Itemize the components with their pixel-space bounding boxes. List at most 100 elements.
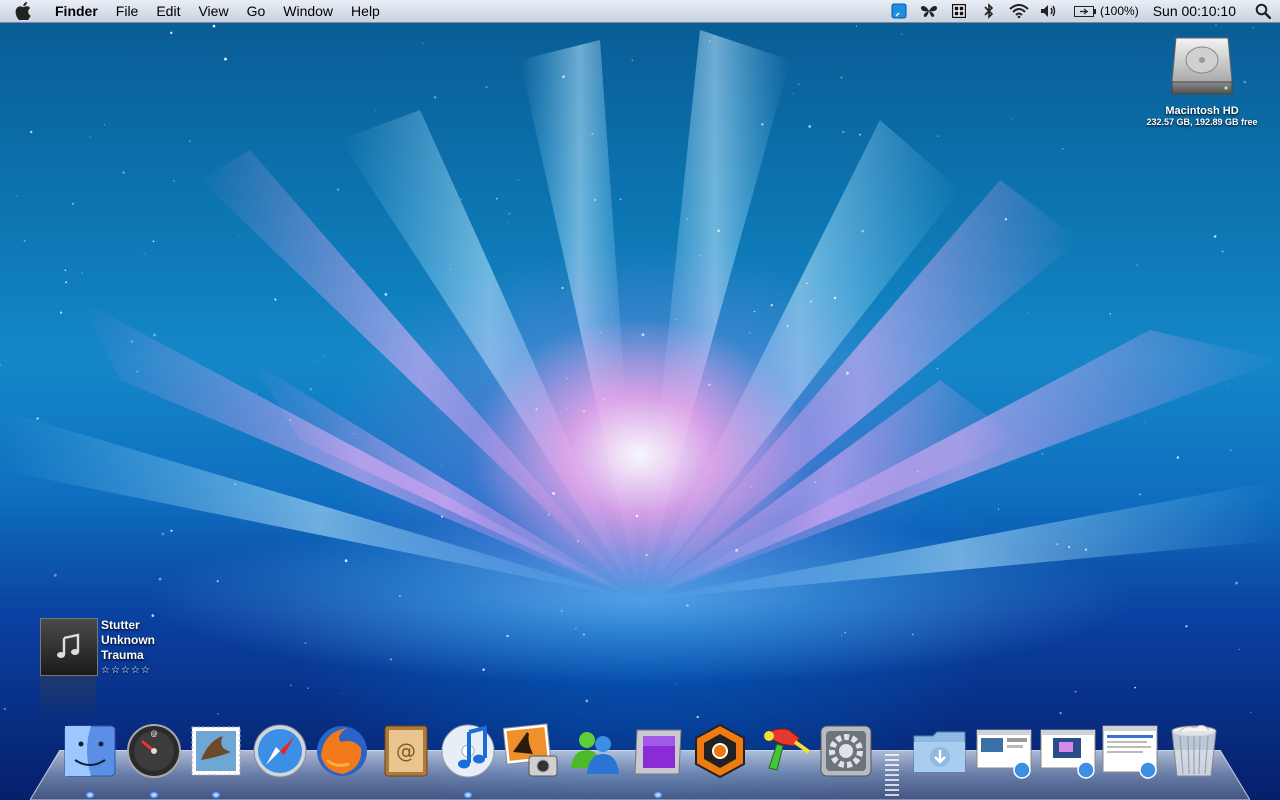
safari-webpage-1-icon[interactable] bbox=[975, 722, 1033, 780]
itunes-icon[interactable] bbox=[439, 722, 497, 780]
star bbox=[309, 388, 312, 391]
star bbox=[419, 380, 421, 382]
star bbox=[255, 392, 257, 395]
star bbox=[1238, 648, 1240, 651]
mail-icon[interactable] bbox=[187, 722, 245, 780]
dashboard-icon[interactable]: @ bbox=[125, 722, 183, 780]
star bbox=[130, 340, 134, 343]
itunes-running-indicator bbox=[464, 792, 472, 798]
star bbox=[153, 333, 157, 337]
wifi-icon[interactable] bbox=[1004, 0, 1034, 22]
star bbox=[81, 272, 83, 274]
star bbox=[1230, 449, 1232, 452]
star bbox=[1134, 686, 1137, 689]
firefox-icon[interactable] bbox=[313, 722, 371, 780]
track-artist: Unknown bbox=[101, 633, 155, 647]
battery-status[interactable]: (100%) bbox=[1064, 4, 1147, 18]
star bbox=[152, 240, 155, 243]
purple-app-icon[interactable] bbox=[629, 722, 687, 780]
messenger-icon[interactable] bbox=[565, 722, 623, 780]
finder-icon[interactable] bbox=[61, 722, 119, 780]
star bbox=[717, 229, 720, 233]
star bbox=[307, 687, 309, 689]
track-rating[interactable]: ☆☆☆☆☆ bbox=[101, 663, 155, 678]
star bbox=[547, 513, 551, 516]
star bbox=[215, 49, 217, 51]
iphoto-icon[interactable] bbox=[502, 722, 561, 780]
mail-running-indicator bbox=[212, 792, 220, 798]
star bbox=[151, 614, 155, 617]
downloads-folder-icon[interactable] bbox=[911, 722, 969, 780]
menu-extra-icon[interactable] bbox=[944, 0, 974, 22]
star bbox=[290, 684, 292, 687]
notes-icon[interactable] bbox=[884, 0, 914, 22]
menubar-clock[interactable]: Sun 00:10:10 bbox=[1147, 3, 1246, 19]
star bbox=[89, 136, 91, 138]
star bbox=[1067, 545, 1071, 549]
star bbox=[1084, 548, 1087, 551]
menu-edit[interactable]: Edit bbox=[147, 0, 189, 22]
star bbox=[1061, 148, 1064, 150]
star bbox=[336, 188, 340, 191]
menu-file[interactable]: File bbox=[107, 0, 148, 22]
star bbox=[627, 416, 629, 418]
trash-icon[interactable] bbox=[1165, 722, 1223, 780]
star bbox=[761, 123, 764, 126]
star bbox=[216, 580, 219, 583]
star bbox=[161, 532, 165, 536]
menu-finder[interactable]: Finder bbox=[46, 0, 107, 22]
star bbox=[1059, 711, 1062, 715]
menu-help[interactable]: Help bbox=[342, 0, 389, 22]
star bbox=[449, 268, 451, 270]
star bbox=[122, 171, 125, 174]
menu-view[interactable]: View bbox=[189, 0, 237, 22]
dashboard-running-indicator bbox=[150, 792, 158, 798]
star bbox=[806, 282, 808, 285]
apple-menu-icon[interactable] bbox=[0, 2, 46, 20]
star bbox=[591, 132, 594, 135]
volume-icon[interactable] bbox=[1034, 0, 1064, 22]
desktop-item-macintosh-hd[interactable]: Macintosh HD 232.57 GB, 192.89 GB free bbox=[1138, 32, 1266, 127]
star bbox=[1250, 711, 1252, 714]
butterfly-icon[interactable] bbox=[914, 0, 944, 22]
menu-go[interactable]: Go bbox=[238, 0, 275, 22]
reason-icon[interactable] bbox=[691, 722, 749, 780]
star bbox=[842, 130, 845, 134]
star bbox=[1109, 313, 1112, 315]
safari-icon[interactable] bbox=[251, 722, 309, 780]
finder-running-indicator bbox=[86, 792, 94, 798]
starfield bbox=[0, 24, 1254, 724]
spotlight-search-icon[interactable] bbox=[1246, 0, 1280, 22]
safari-webpage-3-icon[interactable] bbox=[1101, 722, 1159, 780]
star bbox=[786, 325, 789, 327]
star bbox=[846, 371, 849, 375]
star bbox=[837, 28, 839, 30]
star bbox=[575, 627, 577, 630]
star bbox=[224, 57, 227, 61]
hard-drive-icon bbox=[1171, 37, 1233, 95]
address-book-icon[interactable]: @ bbox=[377, 722, 435, 780]
star bbox=[809, 300, 813, 303]
star bbox=[217, 713, 219, 715]
star bbox=[641, 333, 645, 337]
star bbox=[1011, 119, 1013, 121]
purple-app-running-indicator bbox=[654, 792, 662, 798]
star bbox=[696, 715, 699, 719]
star bbox=[912, 633, 914, 636]
star bbox=[352, 270, 355, 272]
star bbox=[566, 378, 568, 379]
star bbox=[814, 481, 816, 484]
star bbox=[482, 668, 485, 671]
star bbox=[53, 573, 57, 577]
menu-window[interactable]: Window bbox=[274, 0, 342, 22]
album-art[interactable] bbox=[40, 618, 98, 676]
star bbox=[808, 125, 812, 128]
safari-webpage-2-icon[interactable] bbox=[1039, 722, 1097, 780]
star bbox=[289, 418, 292, 421]
star bbox=[936, 367, 939, 370]
toy-raygun-icon[interactable] bbox=[755, 722, 813, 780]
star bbox=[433, 96, 437, 99]
star bbox=[1176, 456, 1180, 459]
system-preferences-icon[interactable] bbox=[817, 722, 875, 780]
bluetooth-icon[interactable] bbox=[974, 0, 1004, 22]
